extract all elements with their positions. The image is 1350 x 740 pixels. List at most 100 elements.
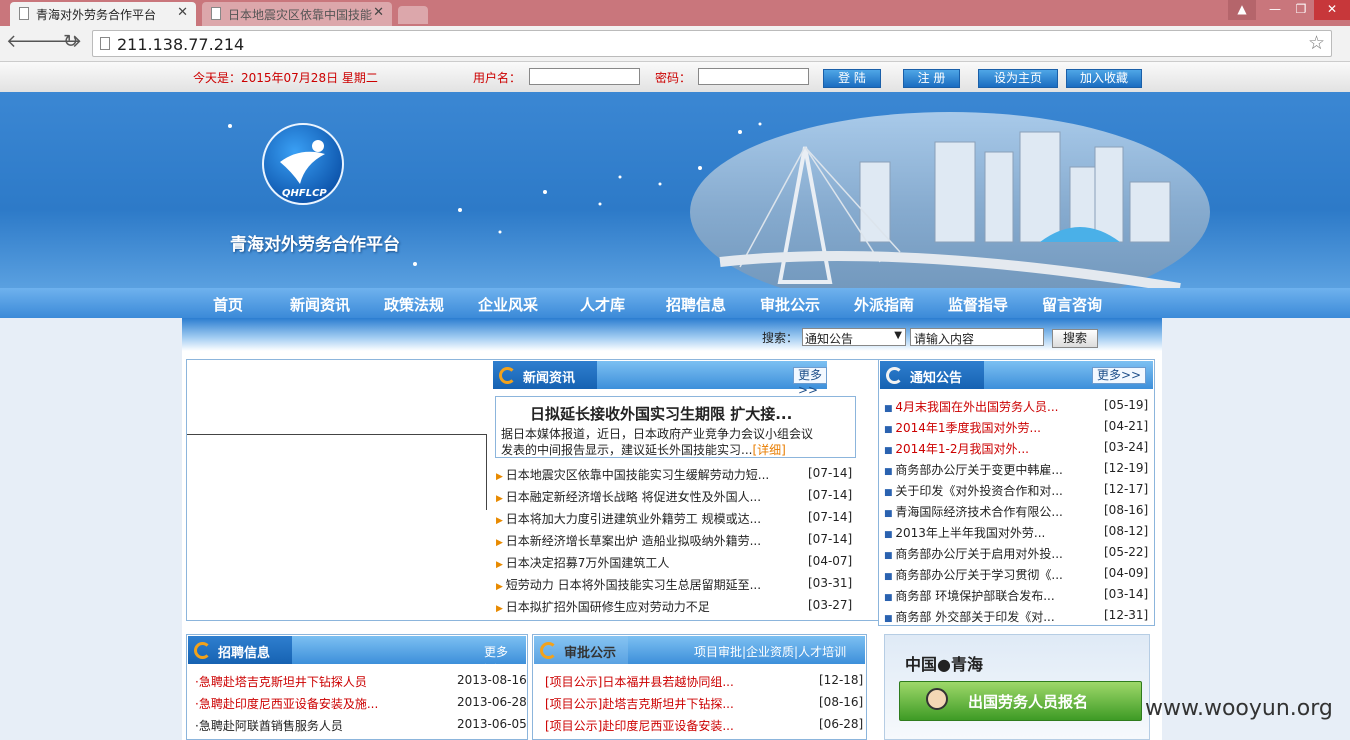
list-item[interactable]: ·急聘赴塔吉克斯坦井下钻探人员 [195,673,367,690]
nav-recruit[interactable]: 招聘信息 [666,294,726,315]
list-item[interactable]: ▶ 日本地震灾区依靠中国技能实习生缓解劳动力短... [496,466,769,483]
list-item[interactable]: ■ 2013年上半年我国对外劳... [884,524,1045,541]
notice-item-date: [12-19] [1104,461,1149,475]
news-item-text: 日本将加大力度引进建筑业外籍劳工 规模或达... [505,512,762,526]
list-item[interactable]: ■ 4月末我国在外出国劳务人员... [884,398,1058,415]
list-item[interactable]: ■ 青海国际经济技术合作有限公... [884,503,1063,520]
register-button[interactable]: 注 册 [903,69,960,88]
add-favorite-button[interactable]: 加入收藏 [1066,69,1142,88]
close-window-icon[interactable]: ✕ [1314,0,1350,20]
nav-policy[interactable]: 政策法规 [384,294,444,315]
new-tab-button[interactable] [398,6,428,24]
nav-home[interactable]: 首页 [213,294,243,315]
bookmark-star-icon[interactable]: ☆ [1308,32,1325,54]
close-tab-icon[interactable]: ✕ [177,5,188,20]
bullet-square-icon: ■ [884,425,896,435]
news-item-text: 日本拟扩招外国研修生应对劳动力不足 [505,600,710,614]
approval-panel: 审批公示 项目审批|企业资质|人才培训 [项目公示]日本福井县若越协同组... [… [532,634,867,740]
set-homepage-button[interactable]: 设为主页 [978,69,1058,88]
nav-approval[interactable]: 审批公示 [760,294,820,315]
recruit-item-date: 2013-06-28 [457,695,527,709]
list-item[interactable]: ▶ 日本将加大力度引进建筑业外籍劳工 规模或达... [496,510,761,527]
list-item[interactable]: ■ 2014年1-2月我国对外... [884,440,1029,457]
password-input[interactable] [698,68,809,85]
news-more-button[interactable]: 更多>> [793,367,827,397]
recruit-title: 招聘信息 [188,636,292,664]
search-input[interactable]: 请输入内容 [910,328,1044,346]
nav-news[interactable]: 新闻资讯 [290,294,350,315]
list-item[interactable]: ▶ 短劳动力 日本将外国技能实习生总居留期延至... [496,576,761,593]
news-title: 新闻资讯 [493,361,597,389]
headline-summary-2: 发表的中间报告显示，建议延长外国技能实习...[详细] [501,441,786,458]
username-input[interactable] [529,68,640,85]
apply-abroad-button[interactable]: 出国劳务人员报名 [899,681,1142,721]
recruit-item-date: 2013-06-05 [457,717,527,731]
list-item[interactable]: ■ 商务部 外交部关于印发《对... [884,608,1055,625]
bullet-arrow-icon: ▶ [496,494,506,504]
list-item[interactable]: ■ 商务部办公厅关于学习贯彻《... [884,566,1063,583]
notice-panel: 通知公告 更多>> ■ 4月末我国在外出国劳务人员... [05-19] ■ 201… [878,359,1155,626]
nav-talent[interactable]: 人才库 [580,294,625,315]
minimize-icon[interactable]: — [1262,0,1288,20]
close-tab-icon[interactable]: ✕ [373,5,384,20]
browser-tab[interactable]: 日本地震灾区依靠中国技能 ✕ [202,2,392,26]
nav-enterprise[interactable]: 企业风采 [478,294,538,315]
approval-item-date: [12-18] [819,673,864,687]
approval-header: 审批公示 项目审批|企业资质|人才培训 [534,636,865,664]
list-item[interactable]: ▶ 日本新经济增长草案出炉 造船业拟吸纳外籍劳... [496,532,761,549]
maximize-icon[interactable]: ❐ [1288,0,1314,20]
bullet-square-icon: ■ [884,488,896,498]
bullet-square-icon: ■ [884,467,896,477]
bullet-square-icon: ■ [884,404,896,414]
banner: QHFLCP 青海对外劳务合作平台 [0,92,1350,288]
recruit-more-link[interactable]: 更多>> [484,643,526,674]
web-page: 今天是：2015年07月28日 星期二 用户名： 密码： 登 陆 注 册 设为主… [0,62,1350,740]
nav-guide[interactable]: 外派指南 [854,294,914,315]
list-item[interactable]: ■ 商务部办公厅关于启用对外投... [884,545,1063,562]
headline-summary-1: 据日本媒体报道，近日，日本政府产业竞争力会议小组会议 [501,427,814,441]
list-item[interactable]: ■ 商务部 环境保护部联合发布... [884,587,1055,604]
bullet-square-icon: ■ [884,446,896,456]
list-item[interactable]: ■ 商务部办公厅关于变更中韩雇... [884,461,1063,478]
approval-links[interactable]: 项目审批|企业资质|人才培训 [694,643,846,660]
refresh-icon [194,642,211,659]
recruit-title-text: 招聘信息 [218,646,271,661]
list-item[interactable]: ▶ 日本拟扩招外国研修生应对劳动力不足 [496,598,710,615]
headline[interactable]: 日拟延长接收外国实习生期限 扩大接... [530,403,792,424]
news-item-date: [03-27] [808,598,853,612]
list-item[interactable]: ■ 2014年1季度我国对外劳... [884,419,1041,436]
list-item[interactable]: [项目公示]赴塔吉克斯坦井下钻探... [545,695,734,712]
search-category-select[interactable]: 通知公告 ▼ [802,328,906,346]
news-item-text: 日本新经济增长草案出炉 造船业拟吸纳外籍劳... [505,534,762,548]
notice-header: 通知公告 更多>> [880,361,1153,389]
image-slideshow[interactable] [187,434,487,510]
list-item[interactable]: ■ 关于印发《对外投资合作和对... [884,482,1063,499]
reload-icon[interactable]: ↻ [63,32,78,52]
news-item-date: [07-14] [808,532,853,546]
list-item[interactable]: ▶ 日本决定招募7万外国建筑工人 [496,554,669,571]
search-button[interactable]: 搜索 [1052,329,1098,348]
notice-item-date: [05-19] [1104,398,1149,412]
notice-item-date: [03-14] [1104,587,1149,601]
list-item[interactable]: [项目公示]赴印度尼西亚设备安装... [545,717,734,734]
list-item[interactable]: ·急聘赴阿联酋销售服务人员 [195,717,343,734]
profile-icon[interactable]: ▲ [1228,0,1256,20]
address-bar[interactable]: 211.138.77.214 ☆ [92,30,1332,57]
list-item[interactable]: [项目公示]日本福井县若越协同组... [545,673,734,690]
promo-panel: 中国●青海 出国劳务人员报名 [884,634,1150,740]
browser-tab-active[interactable]: 青海对外劳务合作平台 ✕ [10,2,196,26]
notice-more-button[interactable]: 更多>> [1092,367,1147,384]
notice-item-text: 商务部办公厅关于学习贯彻《... [895,568,1063,582]
notice-item-text: 2014年1季度我国对外劳... [895,421,1041,435]
username-label: 用户名： [473,71,522,85]
login-button[interactable]: 登 陆 [823,69,881,88]
list-item[interactable]: ·急聘赴印度尼西亚设备安装及施... [195,695,378,712]
bullet-arrow-icon: ▶ [496,538,506,548]
nav-message[interactable]: 留言咨询 [1042,294,1102,315]
search-bar: 搜索： 通知公告 ▼ 请输入内容 搜索 [182,318,1162,351]
list-item[interactable]: ▶ 日本融定新经济增长战略 将促进女性及外国人... [496,488,761,505]
notice-item-text: 商务部办公厅关于变更中韩雇... [895,463,1063,477]
detail-link[interactable]: [详细] [752,443,785,457]
nav-supervision[interactable]: 监督指导 [948,294,1008,315]
bullet-square-icon: ■ [884,593,896,603]
